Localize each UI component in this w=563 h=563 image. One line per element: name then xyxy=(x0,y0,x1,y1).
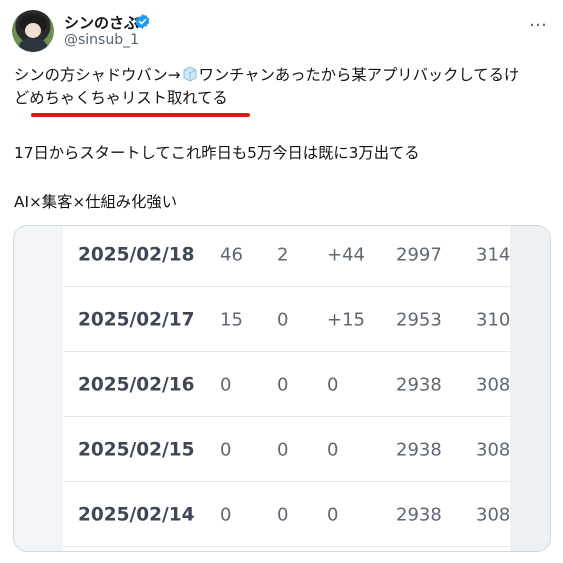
row-col-1: 0 xyxy=(220,439,232,460)
tweet-line-1: シンの方シャドウバン→ ワンチャンあったから某アプリバックしてるけ xyxy=(14,64,554,87)
row-col-4: 2938 xyxy=(396,374,442,395)
tweet-line-1-before: シンの方シャドウバン→ xyxy=(14,66,181,84)
tweet-line-2: どめちゃくちゃリスト取れてる xyxy=(14,89,228,107)
row-date: 2025/02/17 xyxy=(78,309,195,330)
row-col-2: 0 xyxy=(277,439,289,460)
stats-table: 2025/02/18 46 2 +44 2997 314 2025/02/17 … xyxy=(63,226,511,551)
row-col-1: 0 xyxy=(220,504,232,525)
row-col-3: +44 xyxy=(327,244,365,265)
row-col-3: 0 xyxy=(327,374,339,395)
row-col-1: 0 xyxy=(220,374,232,395)
row-date: 2025/02/14 xyxy=(78,504,195,525)
table-row: 2025/02/17 15 0 +15 2953 310 xyxy=(63,287,510,352)
row-col-2: 0 xyxy=(277,374,289,395)
row-date: 2025/02/16 xyxy=(78,374,195,395)
row-col-5: 308 xyxy=(476,374,511,395)
verified-badge-icon xyxy=(135,14,150,29)
tweet-header: シンのさぶ @sinsub_1 … xyxy=(12,10,552,54)
row-col-3: 0 xyxy=(327,439,339,460)
table-row: 2025/02/14 0 0 0 2938 308 xyxy=(63,482,510,547)
red-underline-mark xyxy=(31,113,250,117)
row-col-4: 2938 xyxy=(396,504,442,525)
row-col-5: 310 xyxy=(476,309,511,330)
table-row: 2025/02/15 0 0 0 2938 308 xyxy=(63,417,510,482)
tweet-media-image[interactable]: 2025/02/18 46 2 +44 2997 314 2025/02/17 … xyxy=(13,225,551,552)
row-date: 2025/02/15 xyxy=(78,439,195,460)
row-col-3: 0 xyxy=(327,504,339,525)
tweet-paragraph-3: AI×集客×仕組み化強い xyxy=(14,193,177,211)
ice-cube-icon xyxy=(183,66,197,82)
tweet-body: シンの方シャドウバン→ ワンチャンあったから某アプリバックしてるけ どめちゃくちゃ… xyxy=(14,64,554,110)
media-right-gutter xyxy=(510,226,550,551)
row-divider xyxy=(63,545,510,547)
row-col-1: 46 xyxy=(220,244,243,265)
more-options-icon[interactable]: … xyxy=(529,10,548,31)
row-col-5: 308 xyxy=(476,504,511,525)
avatar[interactable] xyxy=(12,10,54,52)
avatar-face xyxy=(25,23,41,38)
display-name[interactable]: シンのさぶ xyxy=(64,12,139,33)
table-row: 2025/02/16 0 0 0 2938 308 xyxy=(63,352,510,417)
row-col-5: 314 xyxy=(476,244,511,265)
row-col-4: 2938 xyxy=(396,439,442,460)
row-col-4: 2997 xyxy=(396,244,442,265)
avatar-body xyxy=(18,38,48,52)
row-col-5: 308 xyxy=(476,439,511,460)
row-col-2: 0 xyxy=(277,504,289,525)
row-col-2: 2 xyxy=(277,244,289,265)
row-col-1: 15 xyxy=(220,309,243,330)
table-row: 2025/02/18 46 2 +44 2997 314 xyxy=(63,226,511,287)
row-col-2: 0 xyxy=(277,309,289,330)
row-col-3: +15 xyxy=(327,309,365,330)
tweet-paragraph-2: 17日からスタートしてこれ昨日も5万今日は既に3万出てる xyxy=(14,144,420,162)
tweet-line-1-after: ワンチャンあったから某アプリバックしてるけ xyxy=(198,66,520,84)
user-handle[interactable]: @sinsub_1 xyxy=(64,32,139,48)
row-col-4: 2953 xyxy=(396,309,442,330)
row-date: 2025/02/18 xyxy=(78,244,195,265)
